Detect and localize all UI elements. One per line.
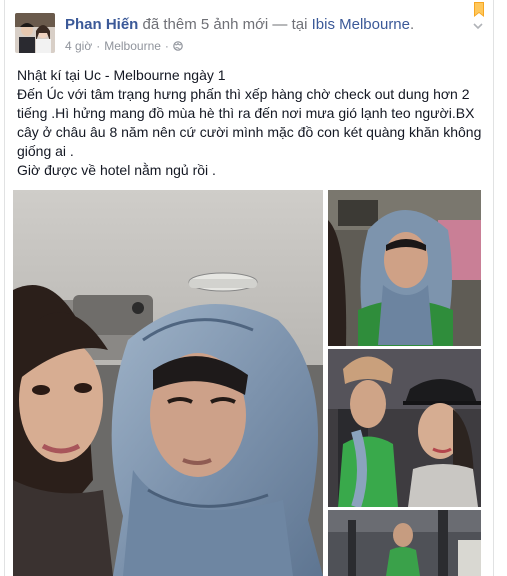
post-header: Phan Hiến đã thêm 5 ảnh mới — tại Ibis M… xyxy=(65,16,414,33)
globe-icon[interactable] xyxy=(173,41,183,51)
photo-thumb-3[interactable] xyxy=(328,510,481,576)
post-card: Phan Hiến đã thêm 5 ảnh mới — tại Ibis M… xyxy=(4,0,494,576)
bookmark-icon[interactable] xyxy=(473,2,485,18)
action-text: đã thêm 5 ảnh mới — tại xyxy=(138,16,312,33)
post-meta: 4 giờ · Melbourne · xyxy=(65,39,183,53)
post-text: Nhật kí tại Uc - Melbourne ngày 1 Đến Úc… xyxy=(17,66,487,180)
location-link[interactable]: Ibis Melbourne xyxy=(312,16,410,33)
chevron-down-icon[interactable] xyxy=(473,22,483,30)
location-suffix: . xyxy=(410,16,415,33)
meta-separator-2: · xyxy=(164,39,169,53)
meta-location[interactable]: Melbourne xyxy=(104,39,161,53)
photo-thumb-1[interactable] xyxy=(328,190,481,346)
post-time[interactable]: 4 giờ xyxy=(65,39,92,53)
meta-separator: · xyxy=(96,39,101,53)
author-name[interactable]: Phan Hiến xyxy=(65,16,138,33)
photo-thumb-2[interactable] xyxy=(328,349,481,507)
post-text-line-1: Nhật kí tại Uc - Melbourne ngày 1 xyxy=(17,67,226,83)
photo-main[interactable] xyxy=(13,190,323,576)
post-text-line-3: Giờ được về hotel nằm ngủ rồi . xyxy=(17,162,216,178)
post-text-line-2: Đến Úc với tâm trạng hưng phấn thì xếp h… xyxy=(17,86,482,159)
author-avatar[interactable] xyxy=(15,13,55,53)
